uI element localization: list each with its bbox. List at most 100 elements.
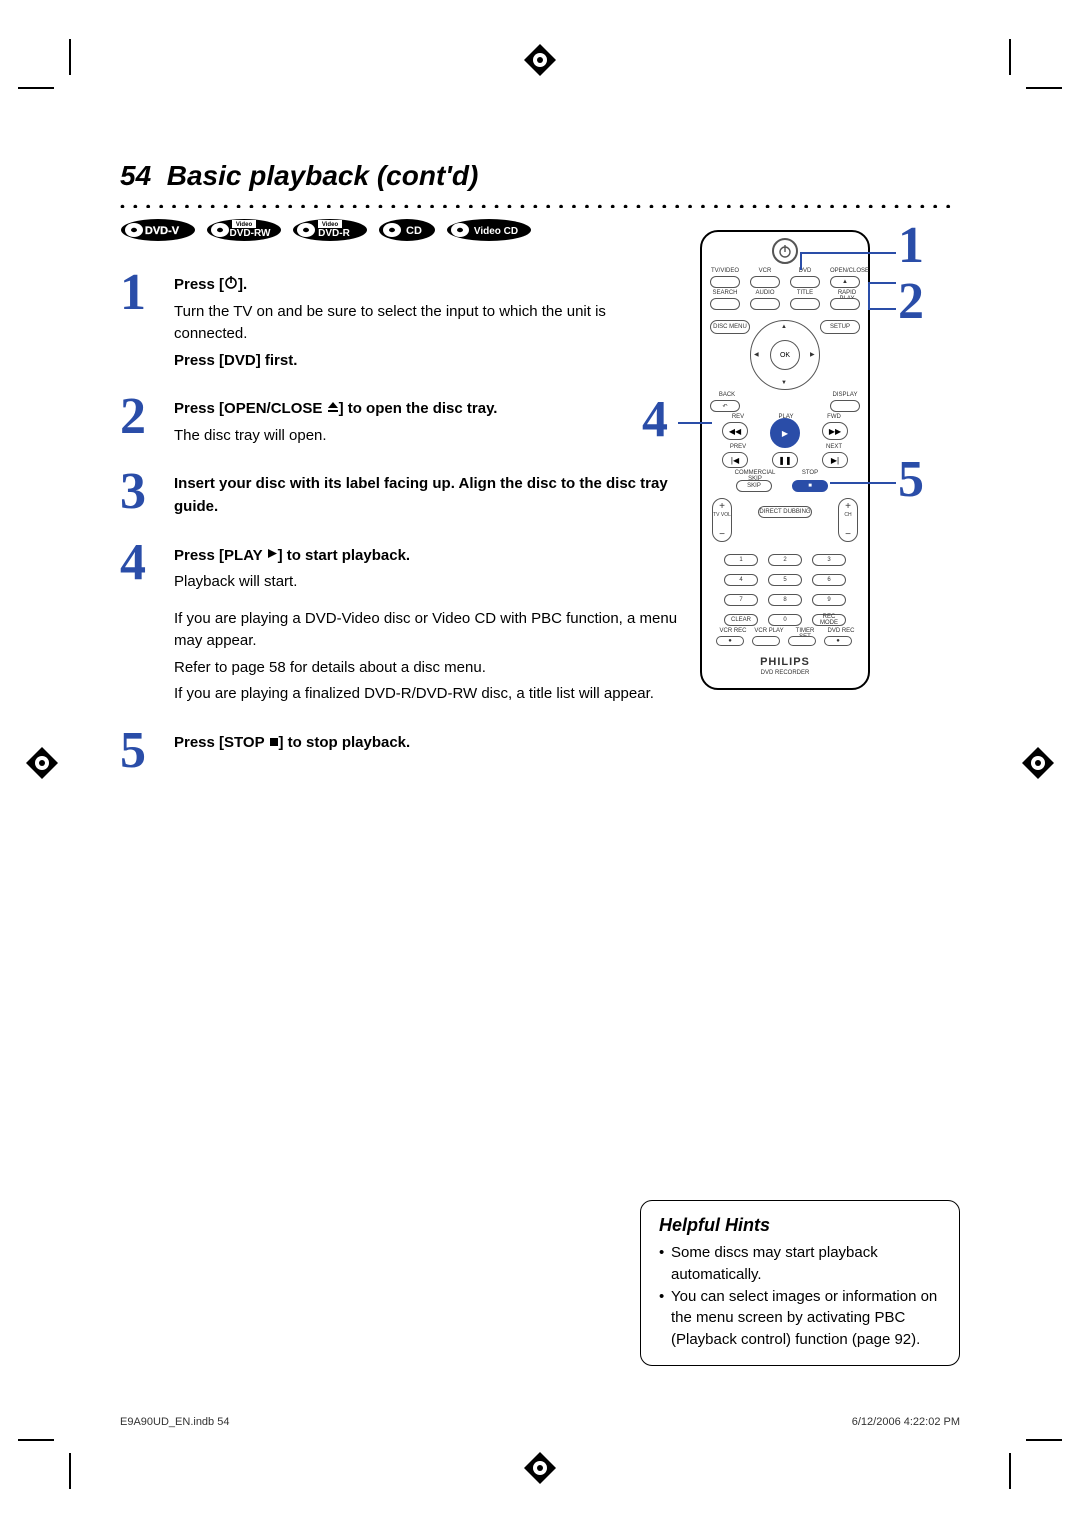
callout-2: 2 xyxy=(898,272,924,331)
step-3-text: Insert your disc with its label facing u… xyxy=(174,475,668,515)
remote-display xyxy=(830,400,860,412)
svg-text:CD: CD xyxy=(406,225,422,237)
remote-illustration: TV/VIDEO VCR DVD OPEN/CLOSE ▲ SEARCH AUD… xyxy=(700,230,920,690)
registration-mark-icon xyxy=(1020,745,1056,781)
media-badge-dvd-rw: VideoDVD-RW xyxy=(206,218,282,242)
footer-right: 6/12/2006 4:22:02 PM xyxy=(852,1416,960,1428)
remote-subtitle: DVD RECORDER xyxy=(702,670,868,676)
callout-1: 1 xyxy=(898,216,924,275)
step-2: 2 Press [OPEN/CLOSE ] to open the disc t… xyxy=(120,394,680,447)
remote-num-4: 4 xyxy=(724,574,758,586)
step-number: 4 xyxy=(120,540,160,705)
svg-text:DVD-V: DVD-V xyxy=(145,225,180,237)
svg-text:DVD-RW: DVD-RW xyxy=(230,228,271,239)
remote-label: TV/VIDEO xyxy=(710,268,740,274)
eject-icon xyxy=(327,398,339,421)
media-badge-cd: CD xyxy=(378,218,436,242)
section-title: Basic playback (cont'd) xyxy=(167,160,479,191)
step-4-text-c: Refer to page 58 for details about a dis… xyxy=(174,657,680,680)
helpful-hints-box: Helpful Hints Some discs may start playb… xyxy=(640,1200,960,1366)
step-3: 3 Insert your disc with its label facing… xyxy=(120,469,680,518)
remote-button xyxy=(710,298,740,310)
down-icon: ▼ xyxy=(781,380,787,386)
remote-num-0: 0 xyxy=(768,614,802,626)
remote-num-5: 5 xyxy=(768,574,802,586)
remote-label: OPEN/CLOSE xyxy=(830,268,864,274)
remote-label: AUDIO xyxy=(750,290,780,296)
page-number: 54 xyxy=(120,160,151,191)
step-number: 5 xyxy=(120,728,160,775)
remote-label: VCR xyxy=(750,268,780,274)
remote-num-8: 8 xyxy=(768,594,802,606)
stop-icon xyxy=(269,732,279,755)
remote-label: STOP xyxy=(798,470,822,476)
remote-disc-menu: DISC MENU xyxy=(710,320,750,334)
remote-label: DVD REC xyxy=(826,628,856,634)
remote-button xyxy=(710,276,740,288)
remote-rec-mode: REC MODE xyxy=(812,614,846,626)
step-number: 3 xyxy=(120,469,160,518)
step-5-press: Press [STOP ] to stop playback. xyxy=(174,734,410,751)
remote-dubbing: DIRECT DUBBING xyxy=(758,506,812,518)
remote-num-1: 1 xyxy=(724,554,758,566)
step-2-text: The disc tray will open. xyxy=(174,425,497,448)
remote-label: FWD xyxy=(822,414,846,420)
remote-label: DISPLAY xyxy=(830,392,860,398)
remote-label: NEXT xyxy=(822,444,846,450)
svg-text:DVD-R: DVD-R xyxy=(318,228,350,239)
remote-dvd-rec: ● xyxy=(824,636,852,646)
step-2-press: Press [OPEN/CLOSE ] to open the disc tra… xyxy=(174,400,497,417)
remote-power-icon xyxy=(772,238,798,264)
right-icon: ▶ xyxy=(810,351,815,358)
remote-back: ↶ xyxy=(710,400,740,412)
step-4: 4 Press [PLAY ] to start playback. Playb… xyxy=(120,540,680,705)
step-4-text-a: Playback will start. xyxy=(174,571,680,594)
remote-num-7: 7 xyxy=(724,594,758,606)
step-5: 5 Press [STOP ] to stop playback. xyxy=(120,728,680,775)
remote-fwd: ▶▶ xyxy=(822,422,848,440)
step-1-press: Press []. xyxy=(174,276,247,293)
remote-label: REV xyxy=(726,414,750,420)
play-icon xyxy=(267,544,278,567)
remote-tv-vol: +TV VOL− xyxy=(712,498,732,542)
media-badge-videocd: Video CD xyxy=(446,218,532,242)
remote-button xyxy=(790,276,820,288)
remote-label: VCR PLAY xyxy=(754,628,784,634)
step-4-text-b: If you are playing a DVD-Video disc or V… xyxy=(174,608,680,653)
remote-prev: |◀ xyxy=(722,452,748,468)
remote-play-button: ▶ xyxy=(770,418,800,448)
step-4-press: Press [PLAY ] to start playback. xyxy=(174,547,410,564)
step-4-text-d: If you are playing a finalized DVD-R/DVD… xyxy=(174,683,680,706)
remote-ok: OK xyxy=(770,340,800,370)
power-icon xyxy=(224,274,238,297)
step-1: 1 Press []. Turn the TV on and be sure t… xyxy=(120,270,680,372)
remote-label: PREV xyxy=(726,444,750,450)
up-icon: ▲ xyxy=(781,324,787,330)
remote-ch: +CH− xyxy=(838,498,858,542)
remote-button xyxy=(750,298,780,310)
remote-label: BACK xyxy=(712,392,742,398)
hint-item: Some discs may start playback automatica… xyxy=(659,1242,941,1286)
remote-num-3: 3 xyxy=(812,554,846,566)
remote-stop-button: ■ xyxy=(792,480,828,492)
remote-vcr-rec: ● xyxy=(716,636,744,646)
remote-vcr-play xyxy=(752,636,780,646)
callout-5: 5 xyxy=(898,450,924,509)
step-1-dvd: Press [DVD] first. xyxy=(174,350,680,373)
page-title: 54 Basic playback (cont'd) xyxy=(120,160,958,192)
remote-setup: SETUP xyxy=(820,320,860,334)
remote-num-6: 6 xyxy=(812,574,846,586)
footer-left: E9A90UD_EN.indb 54 xyxy=(120,1416,229,1428)
remote-button xyxy=(830,298,860,310)
remote-pause: ❚❚ xyxy=(772,452,798,468)
step-number: 1 xyxy=(120,270,160,372)
remote-clear: CLEAR xyxy=(724,614,758,626)
media-badge-dvd-r: VideoDVD-R xyxy=(292,218,368,242)
remote-timer-set xyxy=(788,636,816,646)
registration-mark-icon xyxy=(522,1450,558,1486)
remote-button xyxy=(790,298,820,310)
step-number: 2 xyxy=(120,394,160,447)
hints-title: Helpful Hints xyxy=(659,1215,941,1236)
remote-label: DVD xyxy=(790,268,820,274)
remote-next: ▶| xyxy=(822,452,848,468)
